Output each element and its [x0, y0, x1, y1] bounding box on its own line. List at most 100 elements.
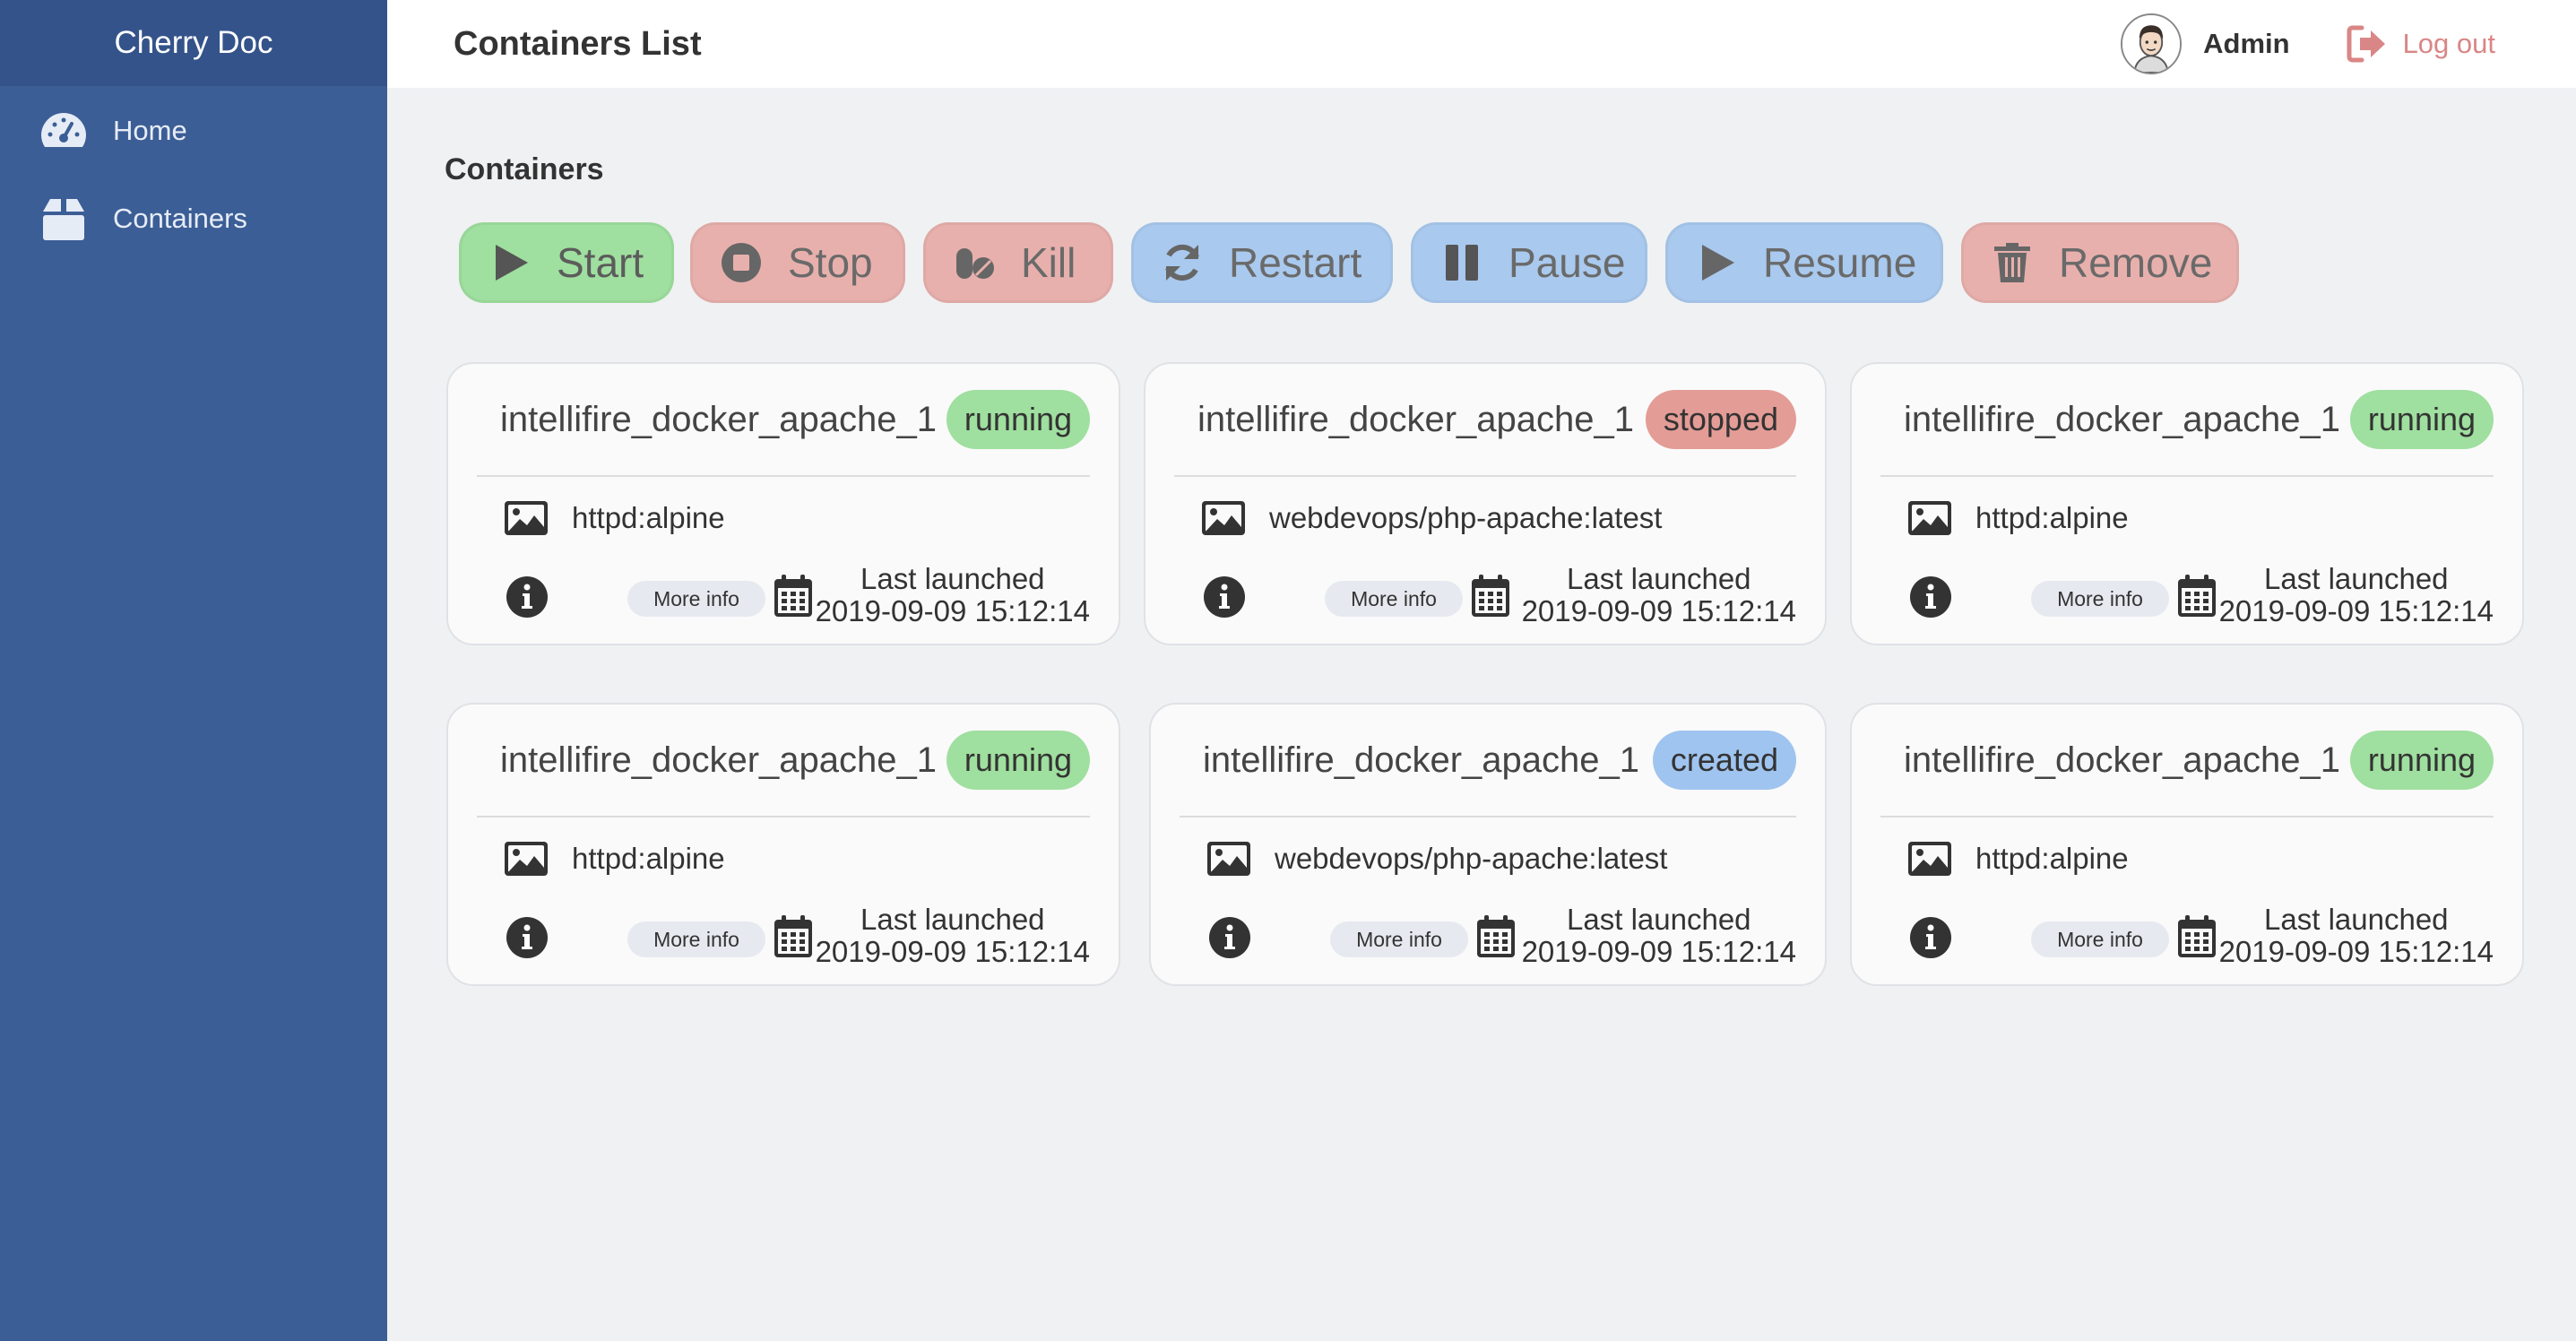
- image-icon: [1207, 842, 1250, 876]
- pills-icon: [956, 248, 994, 279]
- stop-label: Stop: [788, 239, 873, 286]
- last-launched-time: 2019-09-09 15:12:14: [1521, 594, 1796, 627]
- image-icon: [1908, 842, 1951, 876]
- kill-button[interactable]: Kill: [923, 222, 1113, 303]
- image-icon: [505, 842, 548, 876]
- last-launched-time: 2019-09-09 15:12:14: [2218, 594, 2494, 627]
- last-launched-label: Last launched: [1567, 903, 1751, 936]
- stop-button[interactable]: Stop: [690, 222, 905, 303]
- more-info-button[interactable]: More info: [627, 921, 765, 957]
- image-icon: [1908, 501, 1951, 535]
- container-name: intellifire_docker_apache_1: [1197, 399, 1634, 439]
- calendar-icon: [1472, 575, 1509, 617]
- sidebar-item-home[interactable]: Home: [0, 88, 387, 174]
- status-badge: stopped: [1645, 390, 1796, 449]
- info-row: More info Last launched 2019-09-09 15:12…: [504, 563, 1090, 635]
- resume-button[interactable]: Resume: [1665, 222, 1943, 303]
- info-row: More info Last launched 2019-09-09 15:12…: [1907, 904, 2494, 975]
- last-launched: Last launched 2019-09-09 15:12:14: [816, 904, 1090, 968]
- status-badge: running: [946, 390, 1090, 449]
- more-info-button[interactable]: More info: [627, 581, 765, 617]
- logout-label: Log out: [2402, 28, 2495, 59]
- container-name: intellifire_docker_apache_1: [500, 740, 937, 780]
- restart-label: Restart: [1229, 239, 1362, 286]
- play-icon: [496, 245, 528, 281]
- image-row: httpd:alpine: [504, 837, 725, 880]
- info-icon[interactable]: [1909, 575, 1952, 619]
- calendar-icon: [2178, 915, 2216, 957]
- status-badge: running: [2349, 390, 2494, 449]
- image-row: httpd:alpine: [1907, 837, 2129, 880]
- container-name: intellifire_docker_apache_1: [500, 399, 937, 439]
- info-icon[interactable]: [1203, 575, 1246, 619]
- status-badge: running: [946, 731, 1090, 790]
- sidebar-item-containers[interactable]: Containers: [0, 176, 387, 262]
- user-name[interactable]: Admin: [2203, 28, 2289, 60]
- container-name: intellifire_docker_apache_1: [1904, 399, 2340, 439]
- calendar-icon: [2178, 575, 2216, 617]
- remove-label: Remove: [2059, 239, 2213, 286]
- info-row: More info Last launched 2019-09-09 15:12…: [1201, 563, 1796, 635]
- image-row: webdevops/php-apache:latest: [1201, 497, 1662, 540]
- info-icon[interactable]: [506, 575, 549, 619]
- image-name: httpd:alpine: [572, 842, 725, 875]
- logout-button[interactable]: Log out: [2346, 24, 2495, 64]
- play-icon: [1702, 245, 1734, 281]
- info-icon[interactable]: [1208, 916, 1251, 959]
- status-badge: created: [1652, 731, 1796, 790]
- last-launched-time: 2019-09-09 15:12:14: [815, 594, 1090, 627]
- top-bar: Containers List Admin Log out: [387, 0, 2576, 88]
- more-info-button[interactable]: More info: [1330, 921, 1468, 957]
- box-icon: [43, 199, 84, 240]
- container-card: intellifire_docker_apache_1 running http…: [446, 362, 1120, 645]
- more-info-button[interactable]: More info: [2031, 921, 2169, 957]
- more-info-button[interactable]: More info: [2031, 581, 2169, 617]
- container-name: intellifire_docker_apache_1: [1203, 740, 1639, 780]
- image-name: httpd:alpine: [1975, 501, 2129, 534]
- brand-title[interactable]: Cherry Doc: [0, 0, 387, 86]
- last-launched: Last launched 2019-09-09 15:12:14: [2219, 904, 2494, 968]
- container-card: intellifire_docker_apache_1 created webd…: [1149, 703, 1827, 986]
- pause-button[interactable]: Pause: [1411, 222, 1647, 303]
- card-header: intellifire_docker_apache_1 running: [477, 705, 1090, 818]
- status-badge: running: [2349, 731, 2494, 790]
- last-launched: Last launched 2019-09-09 15:12:14: [816, 563, 1090, 627]
- stop-circle-icon: [722, 243, 761, 282]
- calendar-icon: [774, 575, 812, 617]
- last-launched-label: Last launched: [2264, 562, 2449, 595]
- user-area: Admin Log out: [2121, 0, 2576, 88]
- image-icon: [1202, 501, 1245, 535]
- last-launched-label: Last launched: [860, 562, 1045, 595]
- image-row: httpd:alpine: [504, 497, 725, 540]
- info-icon[interactable]: [506, 916, 549, 959]
- last-launched: Last launched 2019-09-09 15:12:14: [1522, 563, 1796, 627]
- image-name: webdevops/php-apache:latest: [1275, 842, 1668, 875]
- last-launched-time: 2019-09-09 15:12:14: [815, 935, 1090, 968]
- restart-button[interactable]: Restart: [1131, 222, 1393, 303]
- dashboard-icon: [41, 113, 86, 147]
- last-launched-label: Last launched: [1567, 562, 1751, 595]
- refresh-icon: [1165, 244, 1199, 281]
- avatar[interactable]: [2121, 13, 2183, 74]
- last-launched-time: 2019-09-09 15:12:14: [1521, 935, 1796, 968]
- image-name: webdevops/php-apache:latest: [1269, 501, 1663, 534]
- calendar-icon: [774, 915, 812, 957]
- card-header: intellifire_docker_apache_1 created: [1180, 705, 1796, 818]
- image-name: httpd:alpine: [572, 501, 725, 534]
- last-launched-time: 2019-09-09 15:12:14: [2218, 935, 2494, 968]
- image-row: httpd:alpine: [1907, 497, 2129, 540]
- sidebar-item-label: Containers: [113, 203, 247, 234]
- remove-button[interactable]: Remove: [1961, 222, 2239, 303]
- section-title: Containers: [445, 152, 604, 186]
- container-name: intellifire_docker_apache_1: [1904, 740, 2340, 780]
- more-info-button[interactable]: More info: [1325, 581, 1463, 617]
- info-icon[interactable]: [1909, 916, 1952, 959]
- start-button[interactable]: Start: [459, 222, 674, 303]
- container-card: intellifire_docker_apache_1 stopped webd…: [1144, 362, 1827, 645]
- last-launched: Last launched 2019-09-09 15:12:14: [2219, 563, 2494, 627]
- container-card: intellifire_docker_apache_1 running http…: [446, 703, 1120, 986]
- info-row: More info Last launched 2019-09-09 15:12…: [1206, 904, 1796, 975]
- pause-icon: [1446, 245, 1478, 281]
- user-avatar-icon: [2122, 15, 2181, 73]
- last-launched-label: Last launched: [860, 903, 1045, 936]
